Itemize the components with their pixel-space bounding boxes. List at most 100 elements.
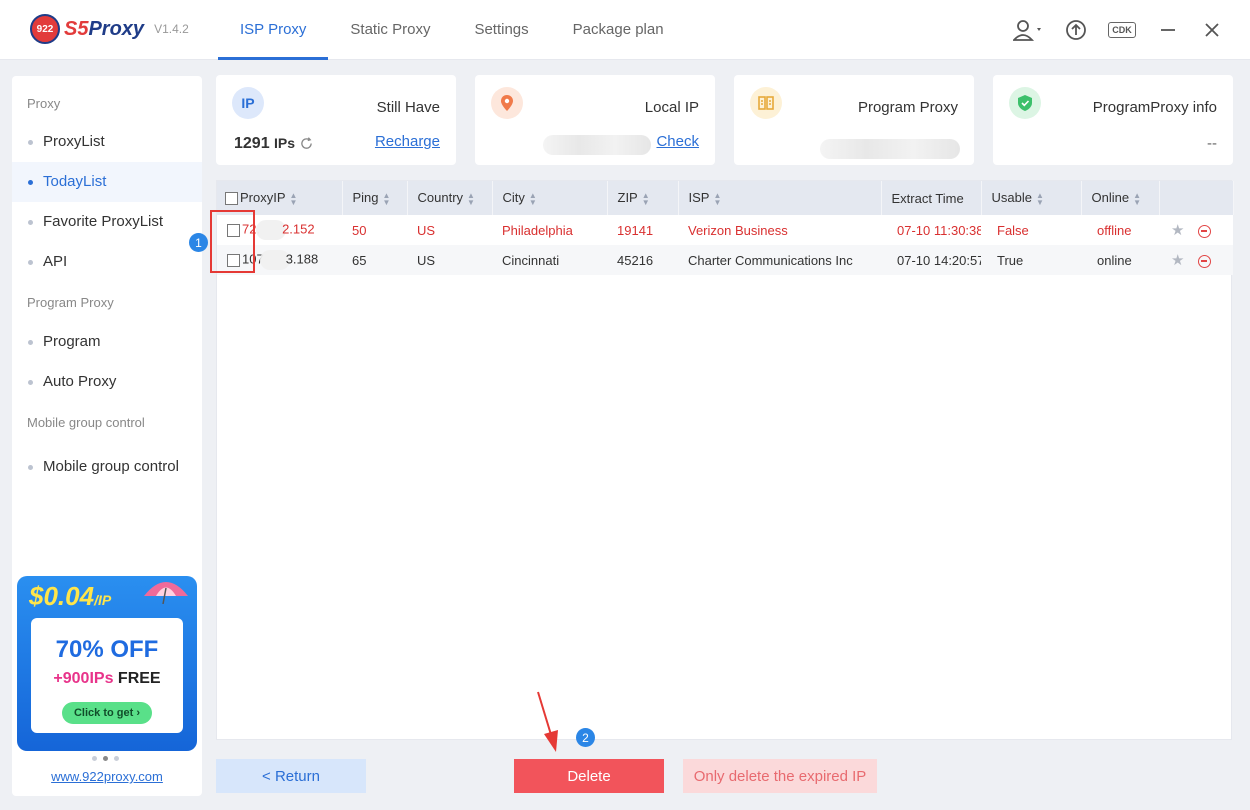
recharge-link[interactable]: Recharge xyxy=(375,133,440,150)
promo-plus: + xyxy=(53,670,63,687)
sidebar-item-todaylist[interactable]: TodayList xyxy=(12,162,202,202)
app-version: V1.4.2 xyxy=(154,22,189,36)
refresh-icon[interactable] xyxy=(300,137,313,150)
cdk-icon: CDK xyxy=(1108,22,1136,38)
cell-zip: 45216 xyxy=(617,252,654,268)
umbrella-icon xyxy=(144,582,188,604)
col-online-label: Online xyxy=(1091,190,1130,206)
check-link[interactable]: Check xyxy=(656,133,699,150)
program-proxy-masked xyxy=(820,139,960,159)
cell-extract-time: 07-10 11:30:38 xyxy=(897,222,981,238)
app-logo: 922 S5Proxy V1.4.2 xyxy=(30,14,189,44)
promo-price-unit: /IP xyxy=(94,592,112,608)
sidebar-item-mobile-group-control[interactable]: Mobile group control xyxy=(12,447,202,487)
logo-globe-icon: 922 xyxy=(30,14,60,44)
cell-actions: ★ xyxy=(1159,245,1233,275)
website-link[interactable]: www.922proxy.com xyxy=(12,769,202,784)
program-icon xyxy=(750,87,782,119)
cell-city: Philadelphia xyxy=(502,222,573,238)
tab-static-proxy[interactable]: Static Proxy xyxy=(328,0,452,60)
sidebar-section-proxy: Proxy xyxy=(27,96,61,111)
sort-icon[interactable]: ▲ ▼ xyxy=(1036,191,1044,206)
user-menu-button[interactable] xyxy=(1010,16,1046,44)
col-online[interactable]: Online ▲ ▼ xyxy=(1081,181,1160,215)
col-ping[interactable]: Ping ▲ ▼ xyxy=(342,181,408,215)
card-local-ip-title: Local IP xyxy=(644,99,699,116)
card-program-proxy: Program Proxy xyxy=(734,75,974,165)
minimize-button[interactable] xyxy=(1154,16,1182,44)
logo-text: S5Proxy xyxy=(64,18,144,41)
carousel-dot[interactable] xyxy=(114,756,119,761)
return-button[interactable]: < Return xyxy=(216,759,366,793)
upload-button[interactable] xyxy=(1062,16,1090,44)
shield-check-icon xyxy=(1009,87,1041,119)
tab-isp-proxy[interactable]: ISP Proxy xyxy=(218,0,329,60)
cell-online: offline xyxy=(1097,222,1132,238)
cell-usable: True xyxy=(997,252,1024,268)
col-usable-label: Usable xyxy=(991,190,1032,206)
close-button[interactable] xyxy=(1198,16,1226,44)
sort-icon[interactable]: ▲ ▼ xyxy=(290,191,298,206)
ip-count-unit: IPs xyxy=(274,135,296,151)
checkbox-highlight-box xyxy=(210,210,255,273)
favorite-star-icon[interactable]: ★ xyxy=(1171,252,1184,269)
sort-icon[interactable]: ▲ ▼ xyxy=(529,191,537,206)
carousel-dot-active[interactable] xyxy=(103,756,108,761)
step-1-badge: 1 xyxy=(189,233,208,252)
col-country[interactable]: Country ▲ ▼ xyxy=(407,181,493,215)
sidebar-item-favorite-proxylist[interactable]: Favorite ProxyList xyxy=(12,202,202,242)
proxy-table: ProxyIP ▲ ▼ Ping ▲ ▼ Country ▲ ▼ City ▲ ▼ ZIP ▲ ▼ … xyxy=(216,180,1234,740)
promo-discount: 70% OFF xyxy=(55,636,159,663)
col-isp[interactable]: ISP ▲ ▼ xyxy=(678,181,882,215)
sort-icon[interactable]: ▲ ▼ xyxy=(642,191,650,206)
ip-count-value: 1291 xyxy=(234,135,270,152)
sidebar-item-program[interactable]: Program xyxy=(12,322,202,362)
cell-ping: 50 xyxy=(352,222,367,238)
tab-package-plan[interactable]: Package plan xyxy=(551,0,686,60)
col-zip-label: ZIP xyxy=(617,190,638,206)
favorite-star-icon[interactable]: ★ xyxy=(1171,222,1184,239)
col-city[interactable]: City ▲ ▼ xyxy=(492,181,608,215)
cell-isp: Verizon Business xyxy=(688,222,788,238)
cell-usable: False xyxy=(997,222,1029,238)
card-programproxy-info-title: ProgramProxy info xyxy=(1092,99,1217,116)
col-city-label: City xyxy=(502,190,525,206)
delete-button[interactable]: Delete xyxy=(514,759,664,793)
col-ping-label: Ping xyxy=(352,190,379,206)
cdk-button[interactable]: CDK xyxy=(1106,16,1138,44)
sort-icon[interactable]: ▲ ▼ xyxy=(383,191,391,206)
delete-expired-button[interactable]: Only delete the expired IP xyxy=(683,759,877,793)
proxyip-end: 2.152 xyxy=(282,221,315,237)
promo-price-value: $0.04 xyxy=(29,581,95,611)
carousel-dots xyxy=(92,756,119,761)
tab-settings[interactable]: Settings xyxy=(452,0,550,60)
card-programproxy-info: ProgramProxy info -- xyxy=(993,75,1233,165)
col-extract-time[interactable]: Extract Time xyxy=(881,181,982,215)
cell-actions: ★ xyxy=(1159,215,1233,245)
select-all-checkbox[interactable] xyxy=(225,192,238,206)
sort-icon[interactable]: ▲ ▼ xyxy=(1133,191,1141,206)
card-ip-title: Still Have xyxy=(376,99,440,116)
sort-icon[interactable]: ▲ ▼ xyxy=(467,191,475,206)
proxyip-end: 3.188 xyxy=(285,251,319,267)
table-row[interactable]: 72. 2.152 50 US Philadelphia 19141 Verizo… xyxy=(217,215,1233,245)
col-usable[interactable]: Usable ▲ ▼ xyxy=(981,181,1082,215)
promo-cta-button[interactable]: Click to get › xyxy=(61,702,152,724)
minimize-icon xyxy=(1161,29,1175,31)
col-extract-time-label: Extract Time xyxy=(891,190,964,206)
remove-circle-icon[interactable] xyxy=(1198,255,1212,269)
logo-proxy: Proxy xyxy=(88,17,145,40)
remove-circle-icon[interactable] xyxy=(1198,225,1212,239)
carousel-dot[interactable] xyxy=(92,756,97,761)
col-zip[interactable]: ZIP ▲ ▼ xyxy=(607,181,679,215)
sidebar-item-auto-proxy[interactable]: Auto Proxy xyxy=(12,362,202,402)
sidebar-item-api[interactable]: API xyxy=(12,242,202,282)
close-icon xyxy=(1205,23,1219,37)
sidebar-item-proxylist[interactable]: ProxyList xyxy=(12,122,202,162)
table-row[interactable]: 107 3.188 65 US Cincinnati 45216 Charter … xyxy=(217,245,1233,275)
promo-banner[interactable]: $0.04/IP 70% OFF +900IPs FREE Click to g… xyxy=(17,576,197,751)
sidebar-section-mobile-group: Mobile group control xyxy=(27,415,145,430)
sort-icon[interactable]: ▲ ▼ xyxy=(713,191,721,206)
cell-zip: 19141 xyxy=(617,222,654,238)
cell-city: Cincinnati xyxy=(502,252,560,268)
